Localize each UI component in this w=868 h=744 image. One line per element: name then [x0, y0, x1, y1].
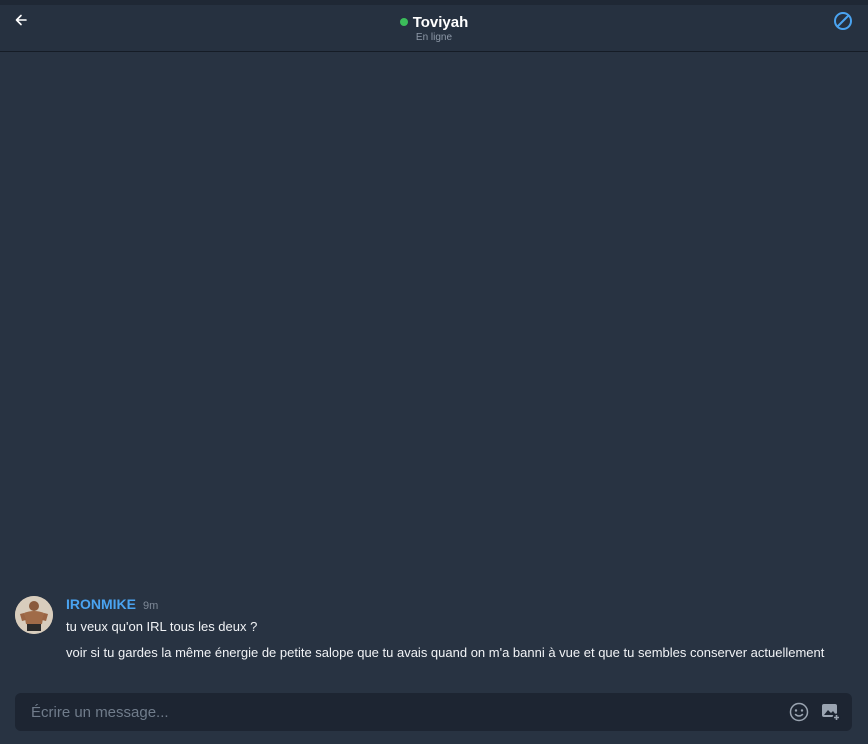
emoji-button[interactable]	[789, 702, 809, 722]
chat-status-text: En ligne	[415, 32, 453, 43]
message-input[interactable]	[31, 693, 771, 731]
block-icon	[834, 12, 852, 30]
emoji-icon	[789, 702, 809, 722]
message-text: voir si tu gardes la même énergie de pet…	[66, 645, 825, 660]
chat-title: Toviyah	[412, 13, 469, 31]
chat-title-group: Toviyah En ligne	[0, 13, 868, 43]
message-timestamp: 9m	[143, 600, 159, 612]
online-status-dot	[399, 18, 408, 26]
message-text: tu veux qu'on IRL tous les deux ?	[66, 619, 258, 634]
block-user-button[interactable]	[832, 10, 854, 32]
message-author[interactable]: IRONMIKE	[66, 596, 136, 612]
message-header: IRONMIKE 9m	[66, 596, 826, 612]
add-image-button[interactable]	[821, 702, 841, 722]
avatar[interactable]	[15, 596, 53, 634]
add-image-icon	[822, 704, 841, 722]
avatar-image	[15, 596, 53, 634]
message-body: IRONMIKE 9m tu veux qu'on IRL tous les d…	[66, 596, 826, 660]
chat-header: Toviyah En ligne	[0, 5, 868, 52]
message-composer	[15, 693, 852, 731]
title-row: Toviyah	[399, 13, 469, 31]
